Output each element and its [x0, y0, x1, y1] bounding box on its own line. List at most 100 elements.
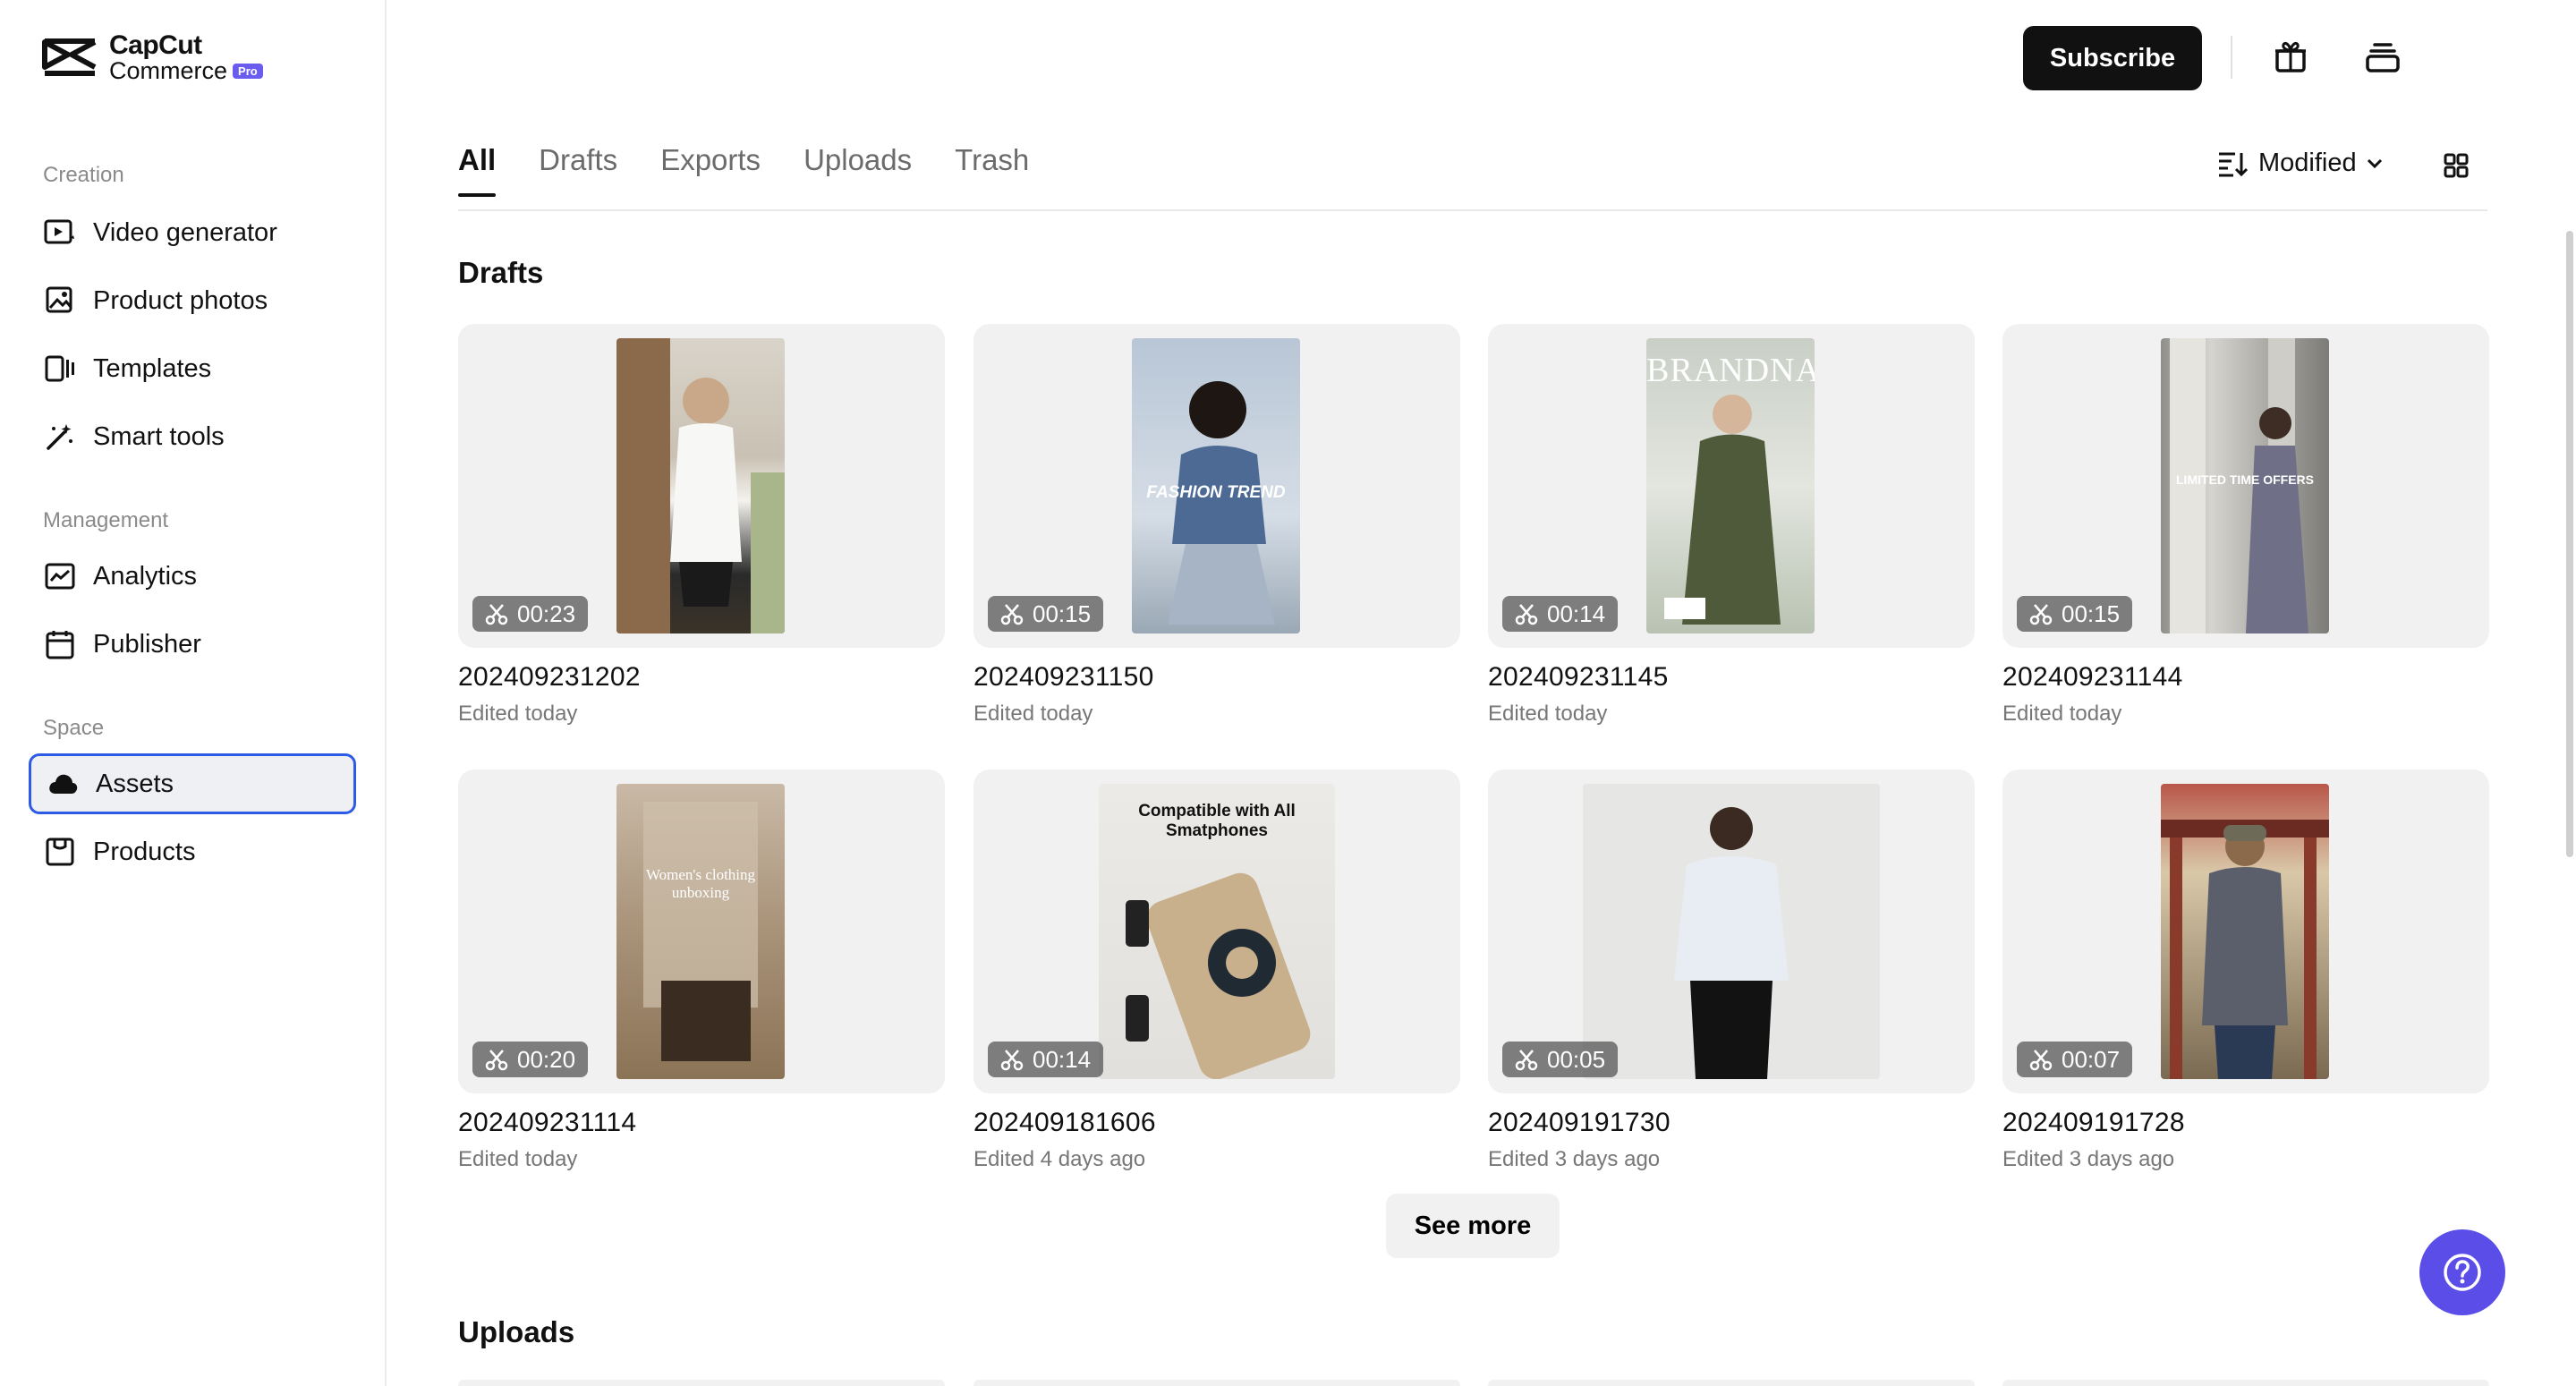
pro-badge: Pro [233, 64, 263, 79]
sidebar-item-label: Product photos [93, 285, 268, 315]
video-poster [1583, 784, 1880, 1079]
sidebar-item-publisher[interactable]: Publisher [29, 614, 356, 675]
draft-card[interactable]: Women's clothing unboxing 00:20 20240923… [458, 770, 945, 1172]
upload-card-peek[interactable] [1488, 1380, 1975, 1386]
upload-card-peek[interactable] [973, 1380, 1460, 1386]
draft-edited: Edited today [458, 702, 578, 726]
help-icon [2444, 1254, 2481, 1291]
scissors-icon [1515, 604, 1538, 625]
scrollbar[interactable] [2566, 231, 2573, 857]
draft-thumbnail[interactable]: Compatible with All Smatphones 00:14 [973, 770, 1460, 1093]
draft-card[interactable]: BRANDNAME 00:14 202409231145 Edited toda… [1488, 324, 1975, 727]
draft-thumbnail[interactable]: BRANDNAME 00:14 [1488, 324, 1975, 648]
draft-edited: Edited today [1488, 702, 1608, 726]
draft-name[interactable]: 202409231145 [1488, 662, 1975, 693]
draft-thumbnail[interactable]: Women's clothing unboxing 00:20 [458, 770, 945, 1093]
draft-thumbnail[interactable]: 00:07 [2002, 770, 2489, 1093]
duration-badge: 00:23 [472, 596, 589, 632]
scissors-icon [2029, 604, 2053, 625]
sidebar-item-assets[interactable]: Assets [29, 753, 356, 814]
draft-edited: Edited 3 days ago [1488, 1147, 1661, 1171]
draft-card[interactable]: 00:05 202409191730 Edited 3 days ago [1488, 770, 1975, 1172]
sidebar-item-templates[interactable]: Templates [29, 338, 356, 399]
scissors-icon [485, 604, 508, 625]
chevron-down-icon [2367, 158, 2382, 168]
draft-name[interactable]: 202409231150 [973, 662, 1460, 693]
analytics-icon [43, 559, 77, 593]
video-poster: LIMITED TIME OFFERS [2161, 338, 2329, 633]
topbar-divider [2231, 36, 2232, 79]
drafts-section-title: Drafts [458, 256, 544, 289]
draft-card[interactable]: FASHION TREND 00:15 202409231150 Edited … [973, 324, 1460, 727]
duration-badge: 00:15 [988, 596, 1104, 632]
draft-thumbnail[interactable]: 00:05 [1488, 770, 1975, 1093]
scissors-icon [1000, 604, 1024, 625]
video-poster: Compatible with All Smatphones [1099, 784, 1335, 1079]
calendar-icon [43, 627, 77, 661]
sidebar-item-analytics[interactable]: Analytics [29, 546, 356, 607]
tab-exports[interactable]: Exports [660, 143, 761, 197]
brand-name: CapCut [109, 30, 202, 60]
poster-overlay-text: Women's clothing unboxing [645, 866, 756, 901]
draft-name[interactable]: 202409231202 [458, 662, 945, 693]
sidebar-item-label: Publisher [93, 629, 201, 659]
sort-label: Modified [2258, 149, 2357, 177]
templates-icon [43, 352, 77, 386]
duration-badge: 00:20 [472, 1042, 589, 1077]
tab-all[interactable]: All [458, 143, 497, 197]
brand-subname: Commerce [109, 57, 228, 84]
draft-card[interactable]: LIMITED TIME OFFERS 00:15 202409231144 E… [2002, 324, 2489, 727]
draft-thumbnail[interactable]: FASHION TREND 00:15 [973, 324, 1460, 648]
draft-thumbnail[interactable]: 00:23 [458, 324, 945, 648]
draft-name[interactable]: 202409231144 [2002, 662, 2489, 693]
draft-card[interactable]: Compatible with All Smatphones 00:14 202… [973, 770, 1460, 1172]
draft-name[interactable]: 202409191730 [1488, 1108, 1975, 1138]
poster-overlay-text: BRANDNAME [1646, 352, 1815, 389]
subscribe-button[interactable]: Subscribe [2023, 26, 2202, 90]
draft-card[interactable]: 00:23 202409231202 Edited today [458, 324, 945, 727]
upload-card-peek[interactable] [458, 1380, 945, 1386]
magic-wand-icon [43, 420, 77, 454]
sort-icon [2219, 152, 2248, 176]
video-generator-icon [43, 216, 77, 250]
capcut-logo-icon [42, 38, 97, 76]
sidebar-item-label: Templates [93, 353, 212, 383]
scissors-icon [1515, 1050, 1538, 1071]
draft-name[interactable]: 202409231114 [458, 1108, 945, 1138]
draft-edited: Edited today [458, 1147, 578, 1171]
video-poster [2161, 784, 2329, 1079]
gift-icon[interactable] [2268, 34, 2313, 79]
poster-overlay-text: LIMITED TIME OFFERS [2176, 472, 2314, 487]
product-photos-icon [43, 284, 77, 318]
see-more-button[interactable]: See more [1386, 1194, 1560, 1258]
cloud-icon [46, 767, 80, 801]
capcut-commerce-logo[interactable]: CapCut Commerce Pro [41, 32, 263, 83]
draft-edited: Edited today [973, 702, 1093, 726]
tabs-divider [458, 209, 2487, 211]
draft-edited: Edited 3 days ago [2002, 1147, 2175, 1171]
sidebar: CapCut Commerce Pro Creation Video genera… [0, 0, 387, 1386]
sidebar-item-label: Smart tools [93, 421, 225, 451]
sidebar-item-products[interactable]: Products [29, 821, 356, 882]
tab-trash[interactable]: Trash [955, 143, 1029, 197]
draft-thumbnail[interactable]: LIMITED TIME OFFERS 00:15 [2002, 324, 2489, 648]
draft-name[interactable]: 202409191728 [2002, 1108, 2489, 1138]
asset-tabs: All Drafts Exports Uploads Trash [458, 143, 1072, 197]
tab-drafts[interactable]: Drafts [539, 143, 617, 197]
storage-icon[interactable] [2360, 34, 2405, 79]
sidebar-item-video-generator[interactable]: Video generator [29, 202, 356, 263]
sort-dropdown[interactable]: Modified [2217, 149, 2384, 178]
draft-name[interactable]: 202409181606 [973, 1108, 1460, 1138]
sidebar-item-smart-tools[interactable]: Smart tools [29, 406, 356, 467]
tab-uploads[interactable]: Uploads [803, 143, 912, 197]
upload-card-peek[interactable] [2002, 1380, 2489, 1386]
sidebar-item-label: Video generator [93, 217, 277, 247]
duration-badge: 00:07 [2017, 1042, 2133, 1077]
scissors-icon [2029, 1050, 2053, 1071]
sidebar-item-product-photos[interactable]: Product photos [29, 270, 356, 331]
draft-card[interactable]: 00:07 202409191728 Edited 3 days ago [2002, 770, 2489, 1172]
sidebar-item-label: Products [93, 837, 196, 866]
grid-view-icon[interactable] [2443, 152, 2470, 179]
help-button[interactable] [2419, 1229, 2505, 1315]
section-label-space: Space [43, 716, 105, 740]
